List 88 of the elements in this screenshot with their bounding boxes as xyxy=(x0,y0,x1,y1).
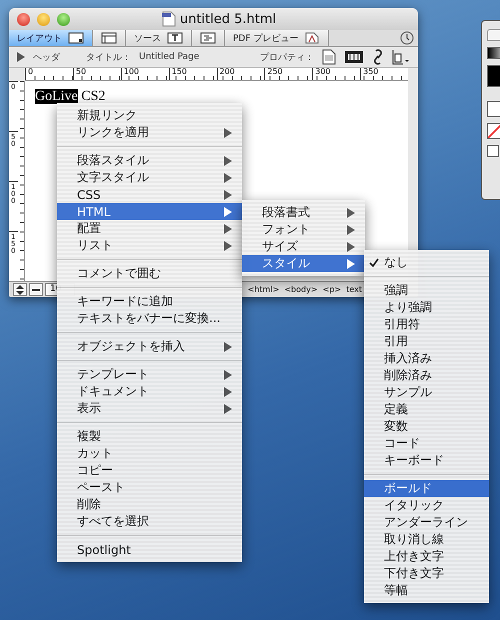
menu-item[interactable]: 新規リンク xyxy=(57,107,242,124)
expand-triangle-icon[interactable] xyxy=(17,52,25,62)
menu-item[interactable]: イタリック xyxy=(364,497,489,514)
tag-path: <html> <body> <p> text xyxy=(248,285,362,294)
menu-item[interactable]: コメントで囲む xyxy=(57,265,242,282)
menu-item[interactable]: 削除済み xyxy=(364,367,489,384)
menu-item[interactable]: すべてを選択 xyxy=(57,513,242,530)
menu-item[interactable]: 等幅 xyxy=(364,582,489,599)
menu-item[interactable]: キーボード xyxy=(364,452,489,469)
ruler-number: 300 xyxy=(312,68,360,80)
menu-item[interactable]: キーワードに追加 xyxy=(57,293,242,310)
ruler-number: 0 xyxy=(25,68,73,80)
ruler-number: 50 xyxy=(72,68,121,80)
pdf-icon xyxy=(304,32,320,44)
outline-icon xyxy=(200,32,216,44)
menu-item[interactable]: フォント xyxy=(242,221,365,238)
stepper-button[interactable] xyxy=(13,283,27,296)
menu-item[interactable]: 引用 xyxy=(364,333,489,350)
menu-item[interactable]: ドキュメント xyxy=(57,383,242,400)
align-icon[interactable] xyxy=(392,49,410,65)
menu-item[interactable]: スタイル xyxy=(242,255,365,272)
ruler-number: 150 xyxy=(168,68,216,80)
menu-item[interactable]: ボールド xyxy=(364,480,489,497)
menu-item[interactable]: CSS xyxy=(57,186,242,203)
no-color-button[interactable] xyxy=(487,123,500,139)
menu-item[interactable]: コピー xyxy=(57,462,242,479)
close-button[interactable] xyxy=(17,12,30,26)
window-title: untitled 5.html xyxy=(180,12,276,26)
options-button[interactable] xyxy=(400,31,414,45)
menu-item[interactable]: 段落書式 xyxy=(242,204,365,221)
link-icon[interactable] xyxy=(372,49,384,65)
ruler-number: 350 xyxy=(360,68,408,80)
menu-item[interactable]: 強調 xyxy=(364,282,489,299)
menu-item[interactable]: Spotlight xyxy=(57,541,242,558)
menu-item[interactable]: 配置 xyxy=(57,220,242,237)
menu-item[interactable]: ペースト xyxy=(57,479,242,496)
ruler-number: 250 xyxy=(264,68,312,80)
view-tab[interactable] xyxy=(192,30,225,46)
menu-item[interactable]: テンプレート xyxy=(57,366,242,383)
menu-item[interactable]: アンダーライン xyxy=(364,514,489,531)
page-icon[interactable] xyxy=(322,49,336,65)
menu-item[interactable]: 上付き文字 xyxy=(364,548,489,565)
ruler-number: 200 xyxy=(216,68,264,80)
menu-item[interactable]: リスト xyxy=(57,237,242,254)
menu-item[interactable]: 複製 xyxy=(57,428,242,445)
zoom-out-button[interactable] xyxy=(29,283,43,296)
menu-item[interactable]: サンプル xyxy=(364,384,489,401)
minus-icon xyxy=(32,288,40,292)
menu-item[interactable]: テキストをバナーに変換... xyxy=(57,310,242,327)
menu-item[interactable]: 表示 xyxy=(57,400,242,417)
menu-item[interactable]: HTML xyxy=(57,203,242,220)
selected-text: GoLive xyxy=(35,89,78,104)
menu-item[interactable]: 定義 xyxy=(364,401,489,418)
menu-item[interactable]: 取り消し線 xyxy=(364,531,489,548)
view-tab[interactable]: レイアウト xyxy=(9,30,93,46)
menu-item[interactable]: 変数 xyxy=(364,418,489,435)
menu-item[interactable]: なし xyxy=(364,254,489,271)
menu-item[interactable]: オブジェクトを挿入 xyxy=(57,338,242,355)
menu-item[interactable]: 下付き文字 xyxy=(364,565,489,582)
page-text: CS2 xyxy=(80,89,106,104)
up-down-arrows-icon xyxy=(16,284,24,294)
submenu-arrow-icon xyxy=(224,128,232,138)
menu-item[interactable]: 段落スタイル xyxy=(57,152,242,169)
menu-item[interactable]: カット xyxy=(57,445,242,462)
view-tab[interactable] xyxy=(93,30,126,46)
view-tab[interactable]: ソース xyxy=(126,30,192,46)
properties-label: プロパティ： xyxy=(260,51,314,64)
view-tab[interactable]: PDF プレビュー xyxy=(225,30,330,46)
text-icon xyxy=(167,32,183,44)
menu-item[interactable]: コード xyxy=(364,435,489,452)
frames-icon xyxy=(101,32,117,44)
header-label: ヘッダ xyxy=(33,52,60,64)
menu-item[interactable]: 挿入済み xyxy=(364,350,489,367)
menu-item[interactable]: より強調 xyxy=(364,299,489,316)
menu-item[interactable]: 引用符 xyxy=(364,316,489,333)
menu-item[interactable]: 文字スタイル xyxy=(57,169,242,186)
film-strip-icon[interactable] xyxy=(344,50,364,64)
title-label: タイトル： xyxy=(86,52,131,64)
menu-item[interactable]: 削除 xyxy=(57,496,242,513)
expand-button[interactable] xyxy=(487,145,499,157)
menu-item[interactable]: リンクを適用 xyxy=(57,124,242,141)
menu-item[interactable]: サイズ xyxy=(242,238,365,255)
layout-icon xyxy=(68,32,84,44)
document-icon xyxy=(162,11,176,27)
page-title-value[interactable]: Untitled Page xyxy=(139,52,200,62)
checkmark-icon xyxy=(369,258,379,268)
submenu-arrow-icon xyxy=(224,342,232,352)
ruler-number: 100 xyxy=(120,68,169,80)
